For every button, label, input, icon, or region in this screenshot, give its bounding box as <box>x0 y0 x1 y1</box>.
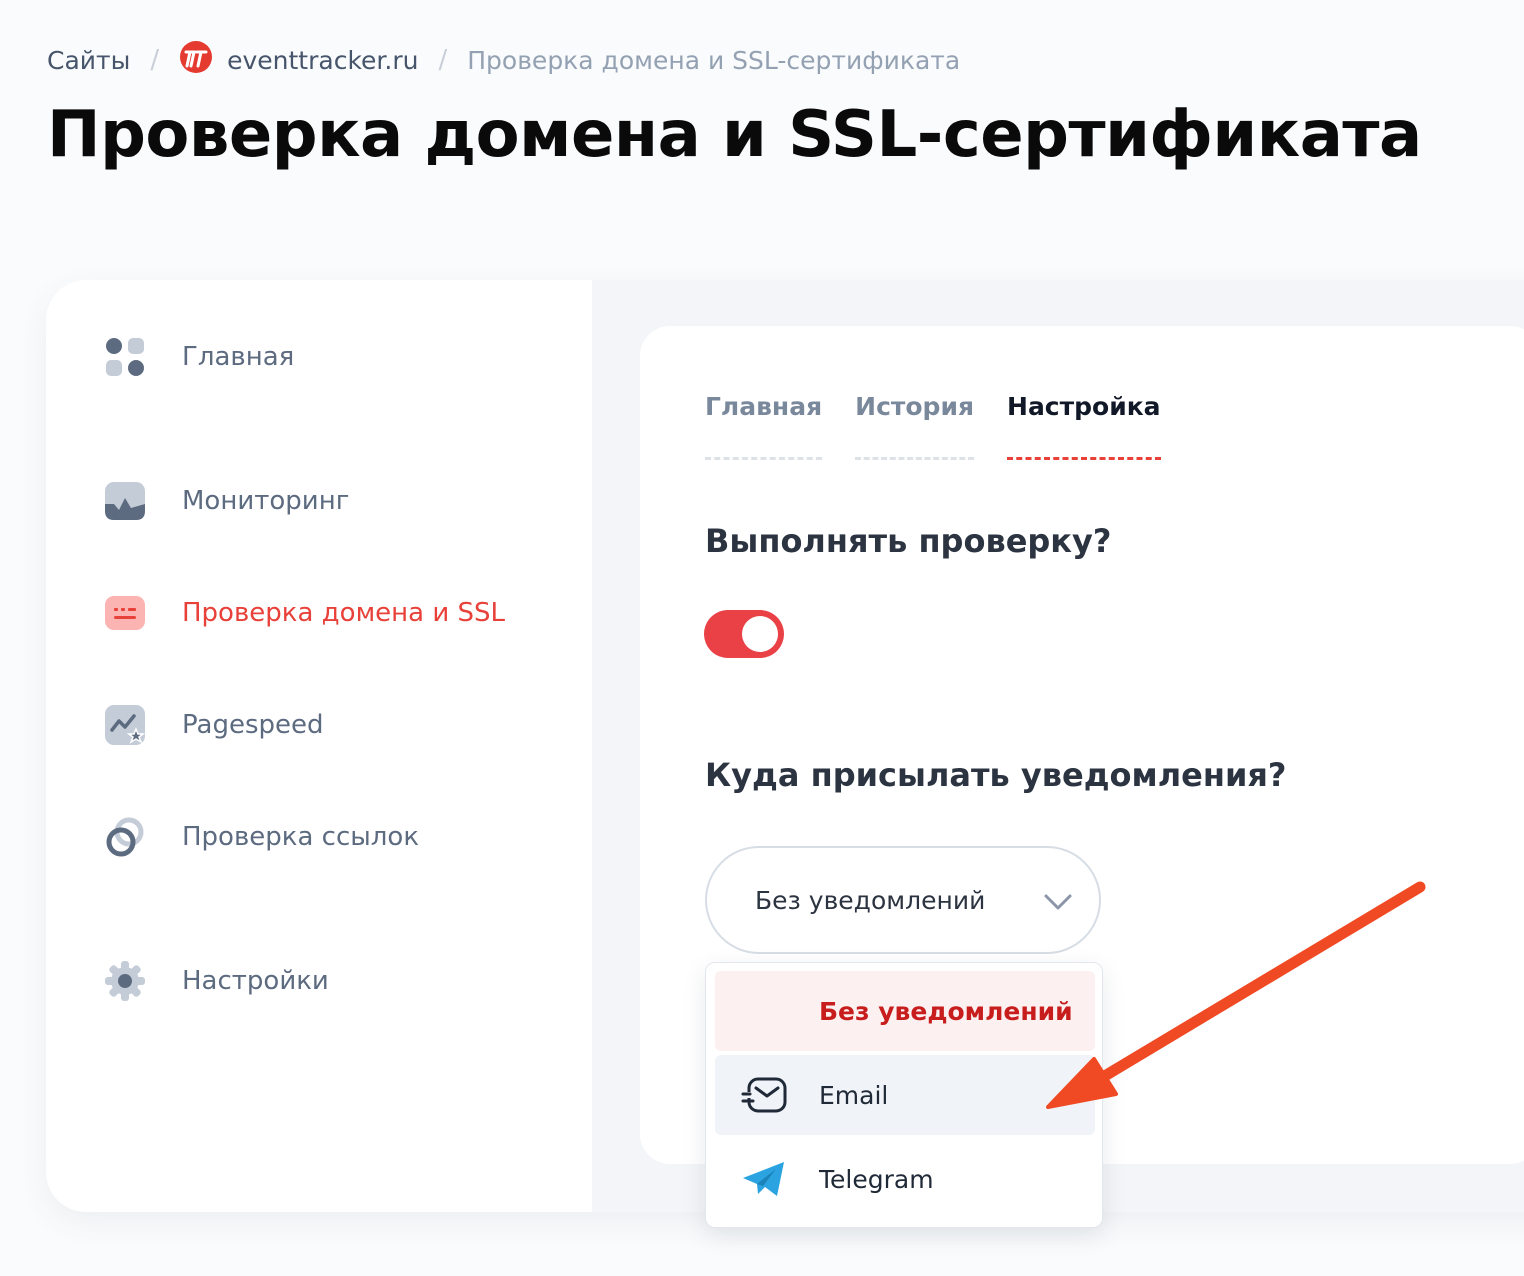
sidebar-item-links[interactable]: Проверка ссылок <box>104 816 419 858</box>
check-question-heading: Выполнять проверку? <box>705 522 1112 560</box>
sidebar-item-label: Проверка домена и SSL <box>182 598 506 628</box>
breadcrumb-site-label: eventtracker.ru <box>227 45 419 75</box>
breadcrumb-current: Проверка домена и SSL-сертификата <box>467 45 961 75</box>
sidebar-item-label: Проверка ссылок <box>182 822 420 852</box>
gear-icon <box>104 960 146 1002</box>
annotation-arrow-icon <box>1046 881 1426 1109</box>
tab-history[interactable]: История <box>855 392 975 460</box>
breadcrumb-separator: / <box>150 45 160 75</box>
sidebar-item-monitoring[interactable]: Мониторинг <box>104 480 349 522</box>
pagespeed-icon <box>104 704 146 746</box>
tab-settings[interactable]: Настройка <box>1007 392 1161 460</box>
page-title: Проверка домена и SSL-сертификата <box>47 98 1422 172</box>
dashboard-icon <box>104 336 146 378</box>
breadcrumb-site-link[interactable]: eventtracker.ru <box>179 40 418 80</box>
sidebar: Главная Мониторинг Проверка домена и SSL <box>46 280 592 1212</box>
mail-icon <box>739 1075 789 1115</box>
notify-question-heading: Куда присылать уведомления? <box>705 756 1287 794</box>
toggle-knob <box>742 616 778 652</box>
sidebar-item-ssl[interactable]: Проверка домена и SSL <box>104 592 505 634</box>
option-label: Telegram <box>819 1164 934 1194</box>
tab-bar: Главная История Настройка <box>705 392 1194 460</box>
option-label: Email <box>819 1080 889 1110</box>
sidebar-item-pagespeed[interactable]: Pagespeed <box>104 704 324 746</box>
breadcrumb-sites-link[interactable]: Сайты <box>47 46 130 75</box>
link-icon <box>104 816 146 858</box>
sidebar-item-home[interactable]: Главная <box>104 336 294 378</box>
telegram-icon <box>739 1159 789 1199</box>
sidebar-item-label: Мониторинг <box>182 486 350 516</box>
sidebar-item-settings[interactable]: Настройки <box>104 960 329 1002</box>
check-enabled-toggle[interactable] <box>704 610 784 658</box>
tab-home[interactable]: Главная <box>705 392 823 460</box>
sidebar-item-label: Главная <box>182 342 295 372</box>
sidebar-item-label: Pagespeed <box>182 710 324 740</box>
site-logo-icon <box>179 40 213 80</box>
notification-select-value: Без уведомлений <box>755 885 986 915</box>
sidebar-item-label: Настройки <box>182 966 329 996</box>
breadcrumb-separator: / <box>438 45 448 75</box>
breadcrumb: Сайты / eventtracker.ru / Проверка домен… <box>47 40 960 80</box>
ssl-icon <box>104 592 146 634</box>
option-telegram[interactable]: Telegram <box>715 1139 1095 1219</box>
monitoring-icon <box>104 480 146 522</box>
